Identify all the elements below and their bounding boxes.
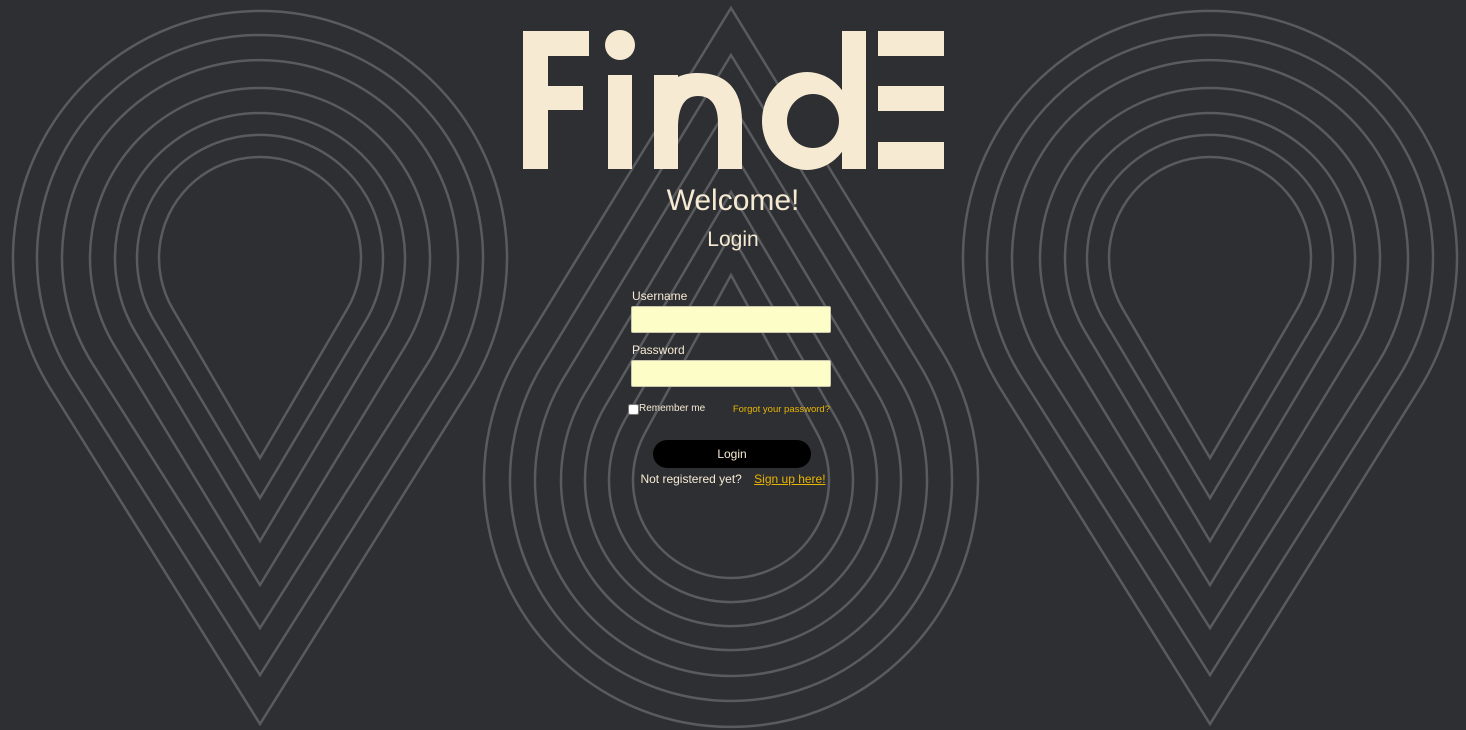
not-registered-text: Not registered yet? [640,472,742,486]
login-button[interactable]: Login [653,440,811,468]
field-spacer [630,333,834,343]
pin-contour-left-1 [35,33,485,678]
logo-wordmark [523,30,944,170]
remember-me-label: Remember me [639,403,706,414]
pin-contour-right-1 [985,33,1435,678]
login-heading: Login [707,228,759,251]
pin-contour-left-3 [88,86,432,588]
login-options-row: Remember me Forgot your password? [628,403,832,417]
login-form: Username Password [630,289,834,387]
signup-link[interactable]: Sign up here! [754,472,825,486]
welcome-heading: Welcome! [666,184,800,217]
remember-me-checkbox[interactable] [628,403,639,415]
remember-me[interactable]: Remember me [628,403,705,415]
username-label: Username [632,289,688,303]
pin-contour-center-3 [559,145,903,652]
password-label: Password [632,343,685,357]
forgot-password-link[interactable]: Forgot your password? [733,404,830,416]
finde-logo [523,30,944,170]
password-input[interactable] [631,360,831,387]
username-input[interactable] [631,306,831,333]
signup-row: Not registered yet? Sign up here! [0,472,1466,487]
pin-contour-right-3 [1038,86,1382,588]
